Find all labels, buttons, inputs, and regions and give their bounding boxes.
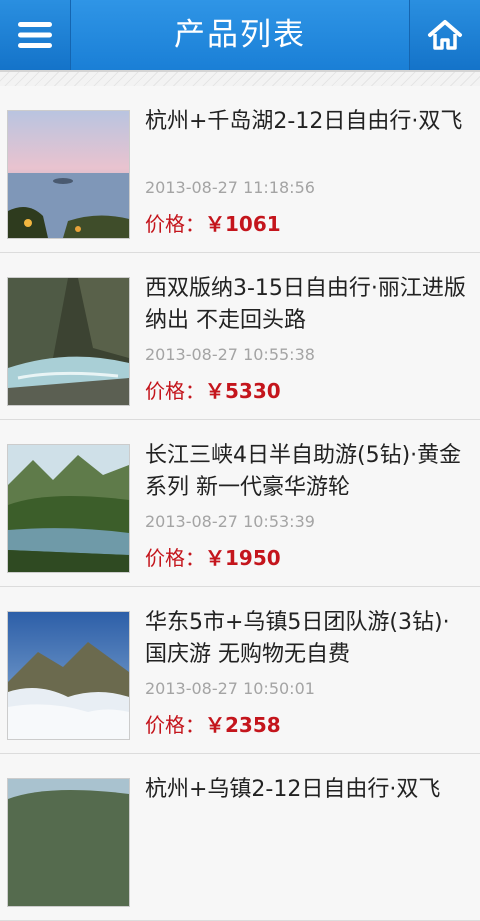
list-item[interactable]: 华东5市+乌镇5日团队游(3钻)·国庆游 无购物无自费 2013-08-27 1… (0, 587, 480, 754)
product-thumbnail (7, 110, 130, 239)
menu-button[interactable] (0, 0, 71, 70)
product-name: 华东5市+乌镇5日团队游(3钻)·国庆游 无购物无自费 (145, 610, 450, 667)
product-date: 2013-08-27 10:50:01 (145, 679, 315, 698)
list-item[interactable]: 长江三峡4日半自助游(5钻)·黄金系列 新一代豪华游轮 2013-08-27 1… (0, 420, 480, 587)
product-thumbnail (7, 778, 130, 907)
home-button[interactable] (409, 0, 480, 70)
header-divider (0, 70, 480, 86)
page-title: 产品列表 (174, 17, 306, 53)
product-date: 2013-08-27 10:55:38 (145, 345, 315, 364)
product-list: 杭州+千岛湖2-12日自由行·双飞 2013-08-27 11:18:56 价格… (0, 86, 480, 921)
product-price: 价格：￥5330 (145, 379, 281, 403)
product-date: 2013-08-27 11:18:56 (145, 178, 315, 197)
product-thumbnail (7, 611, 130, 740)
product-price: 价格：￥1950 (145, 546, 281, 570)
product-thumbnail (7, 444, 130, 573)
menu-icon (18, 22, 52, 48)
product-name: 杭州+千岛湖2-12日自由行·双飞 (145, 109, 463, 134)
product-name: 杭州+乌镇2-12日自由行·双飞 (145, 777, 441, 802)
list-item[interactable]: 杭州+千岛湖2-12日自由行·双飞 2013-08-27 11:18:56 价格… (0, 86, 480, 253)
product-price: 价格：￥2358 (145, 713, 281, 737)
product-price: 价格：￥1061 (145, 212, 281, 236)
home-icon (428, 20, 462, 50)
list-item[interactable]: 西双版纳3-15日自由行·丽江进版纳出 不走回头路 2013-08-27 10:… (0, 253, 480, 420)
product-date: 2013-08-27 10:53:39 (145, 512, 315, 531)
app-header: 产品列表 (0, 0, 480, 70)
product-name: 西双版纳3-15日自由行·丽江进版纳出 不走回头路 (145, 276, 466, 333)
list-item[interactable]: 杭州+乌镇2-12日自由行·双飞 (0, 754, 480, 921)
product-thumbnail (7, 277, 130, 406)
product-name: 长江三峡4日半自助游(5钻)·黄金系列 新一代豪华游轮 (145, 443, 462, 500)
